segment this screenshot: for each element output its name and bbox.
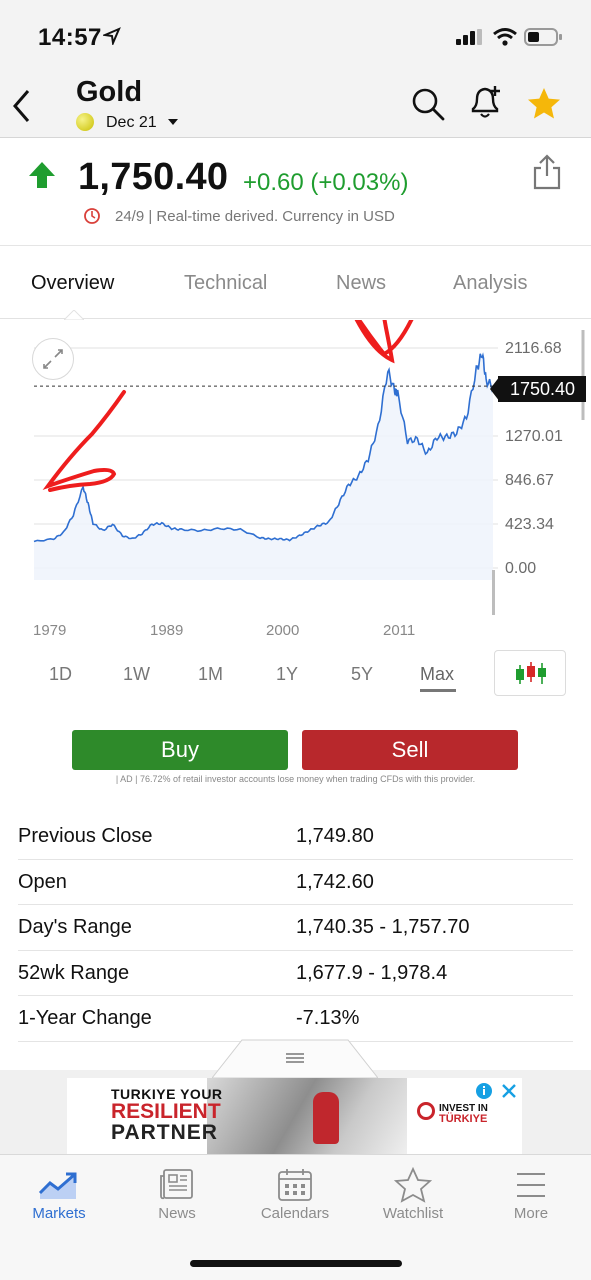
y-tick-label: 2116.68	[505, 340, 562, 357]
stat-label: Open	[18, 870, 67, 893]
contract-status-icon	[76, 113, 94, 131]
home-indicator	[190, 1260, 402, 1267]
contract-selector[interactable]: Dec 21	[106, 114, 179, 132]
menu-icon	[517, 1173, 545, 1197]
x-tick-label: 2000	[266, 622, 300, 639]
tab-label: Calendars	[260, 1205, 330, 1222]
ad-disclaimer: | AD | 76.72% of retail investor account…	[115, 774, 476, 784]
newspaper-icon	[160, 1169, 193, 1200]
share-icon[interactable]	[532, 154, 562, 190]
cellular-signal-icon	[456, 29, 482, 45]
location-arrow-icon	[103, 27, 121, 45]
star-icon[interactable]	[526, 86, 562, 122]
ad-choices-icons[interactable]	[475, 1082, 519, 1102]
sell-button[interactable]: Sell	[302, 730, 518, 770]
table-row: Previous Close 1,749.80	[18, 814, 573, 860]
ad-brand-logo	[417, 1102, 435, 1120]
stat-value: 1,677.9 - 1,978.4	[296, 961, 448, 984]
chart-up-icon	[38, 1172, 77, 1199]
tab-label: Markets	[32, 1205, 86, 1222]
star-outline-icon	[394, 1167, 432, 1203]
status-time: 14:57	[38, 24, 102, 51]
y-tick-label: 1270.01	[505, 428, 563, 445]
tab-news-bottom[interactable]: News	[118, 1155, 236, 1245]
clock-icon	[84, 208, 100, 224]
tab-analysis[interactable]: Analysis	[453, 272, 527, 295]
current-price-flag: 1750.40	[498, 376, 586, 402]
wifi-icon	[493, 28, 517, 46]
red-annotation-arrow-left	[42, 390, 126, 492]
tab-label: More	[513, 1205, 549, 1222]
arrow-up-icon	[29, 162, 55, 188]
range-5y[interactable]: 5Y	[351, 664, 373, 685]
quote-meta: 24/9 | Real-time derived. Currency in US…	[115, 208, 395, 225]
caret-down-icon	[168, 119, 179, 125]
stat-value: 1,740.35 - 1,757.70	[296, 916, 470, 938]
stat-value: 1,749.80	[296, 825, 374, 847]
range-1w[interactable]: 1W	[123, 664, 150, 685]
ad-headline-3: PARTNER	[111, 1121, 218, 1144]
range-1m[interactable]: 1M	[198, 664, 223, 685]
stat-value: 1,742.60	[296, 870, 374, 893]
price-change: +0.60 (+0.03%)	[243, 169, 409, 196]
app-header: Gold Dec 21	[0, 70, 591, 138]
range-1d[interactable]: 1D	[49, 664, 72, 685]
drawer-pull-handle[interactable]	[212, 1038, 378, 1078]
stat-value: -7.13%	[296, 1007, 360, 1029]
tab-overview[interactable]: Overview	[31, 272, 114, 295]
chart-type-button[interactable]	[494, 650, 566, 696]
tab-label: Watchlist	[382, 1205, 444, 1222]
tab-calendars[interactable]: Calendars	[236, 1155, 354, 1245]
x-tick-label: 2011	[383, 622, 416, 639]
instrument-title: Gold	[76, 76, 143, 108]
ad-brand-line2: TÜRKIYE	[439, 1113, 488, 1125]
range-max[interactable]: Max	[420, 664, 454, 685]
calendar-icon	[278, 1169, 312, 1201]
stat-label: Day's Range	[18, 916, 132, 938]
tab-markets[interactable]: Markets	[0, 1155, 118, 1245]
price-flag-pointer	[490, 376, 500, 402]
tab-watchlist[interactable]: Watchlist	[354, 1155, 472, 1245]
range-active-underline	[420, 689, 456, 692]
contract-label: Dec 21	[106, 114, 157, 131]
chart-area-fill	[34, 353, 493, 580]
battery-icon	[524, 28, 562, 46]
expand-chart-button[interactable]	[32, 338, 74, 380]
x-tick-label: 1979	[33, 622, 67, 639]
stat-label: 52wk Range	[18, 961, 130, 984]
ad-banner[interactable]: TURKIYE YOUR RESILIENT PARTNER INVEST IN…	[67, 1078, 522, 1154]
range-1y[interactable]: 1Y	[276, 664, 298, 685]
key-stats-table: Previous Close 1,749.80 Open 1,742.60 Da…	[18, 814, 573, 1042]
tab-more[interactable]: More	[472, 1155, 590, 1245]
buy-button[interactable]: Buy	[72, 730, 288, 770]
y-tick-label: 0.00	[505, 560, 537, 577]
ad-image	[207, 1078, 407, 1154]
bell-plus-icon[interactable]	[468, 84, 504, 122]
red-annotation-arrow-top	[354, 320, 414, 364]
y-tick-label: 423.34	[505, 516, 554, 533]
tab-label: News	[158, 1205, 196, 1222]
stat-label: 1-Year Change	[18, 1007, 152, 1029]
tab-technical[interactable]: Technical	[184, 272, 267, 295]
expand-icon	[43, 349, 63, 369]
table-row: 1-Year Change -7.13%	[18, 996, 573, 1042]
tab-news[interactable]: News	[336, 272, 386, 295]
ad-headline-2: RESILIENT	[111, 1100, 221, 1123]
price-chart[interactable]	[0, 320, 591, 640]
y-tick-label: 846.67	[505, 472, 554, 489]
table-row: 52wk Range 1,677.9 - 1,978.4	[18, 951, 573, 996]
search-icon[interactable]	[410, 86, 446, 122]
ad-figure	[313, 1092, 339, 1144]
x-tick-label: 1989	[150, 622, 184, 639]
table-row: Day's Range 1,740.35 - 1,757.70	[18, 905, 573, 951]
last-price: 1,750.40	[78, 156, 229, 198]
section-tabs: Overview Technical News Analysis	[0, 245, 591, 320]
table-row: Open 1,742.60	[18, 860, 573, 905]
status-bar: 14:57	[0, 0, 591, 70]
volume-bar	[492, 570, 495, 615]
candlestick-icon	[516, 662, 546, 684]
tab-active-pointer	[64, 310, 84, 320]
chevron-left-icon[interactable]	[10, 88, 34, 124]
stat-label: Previous Close	[18, 825, 153, 847]
